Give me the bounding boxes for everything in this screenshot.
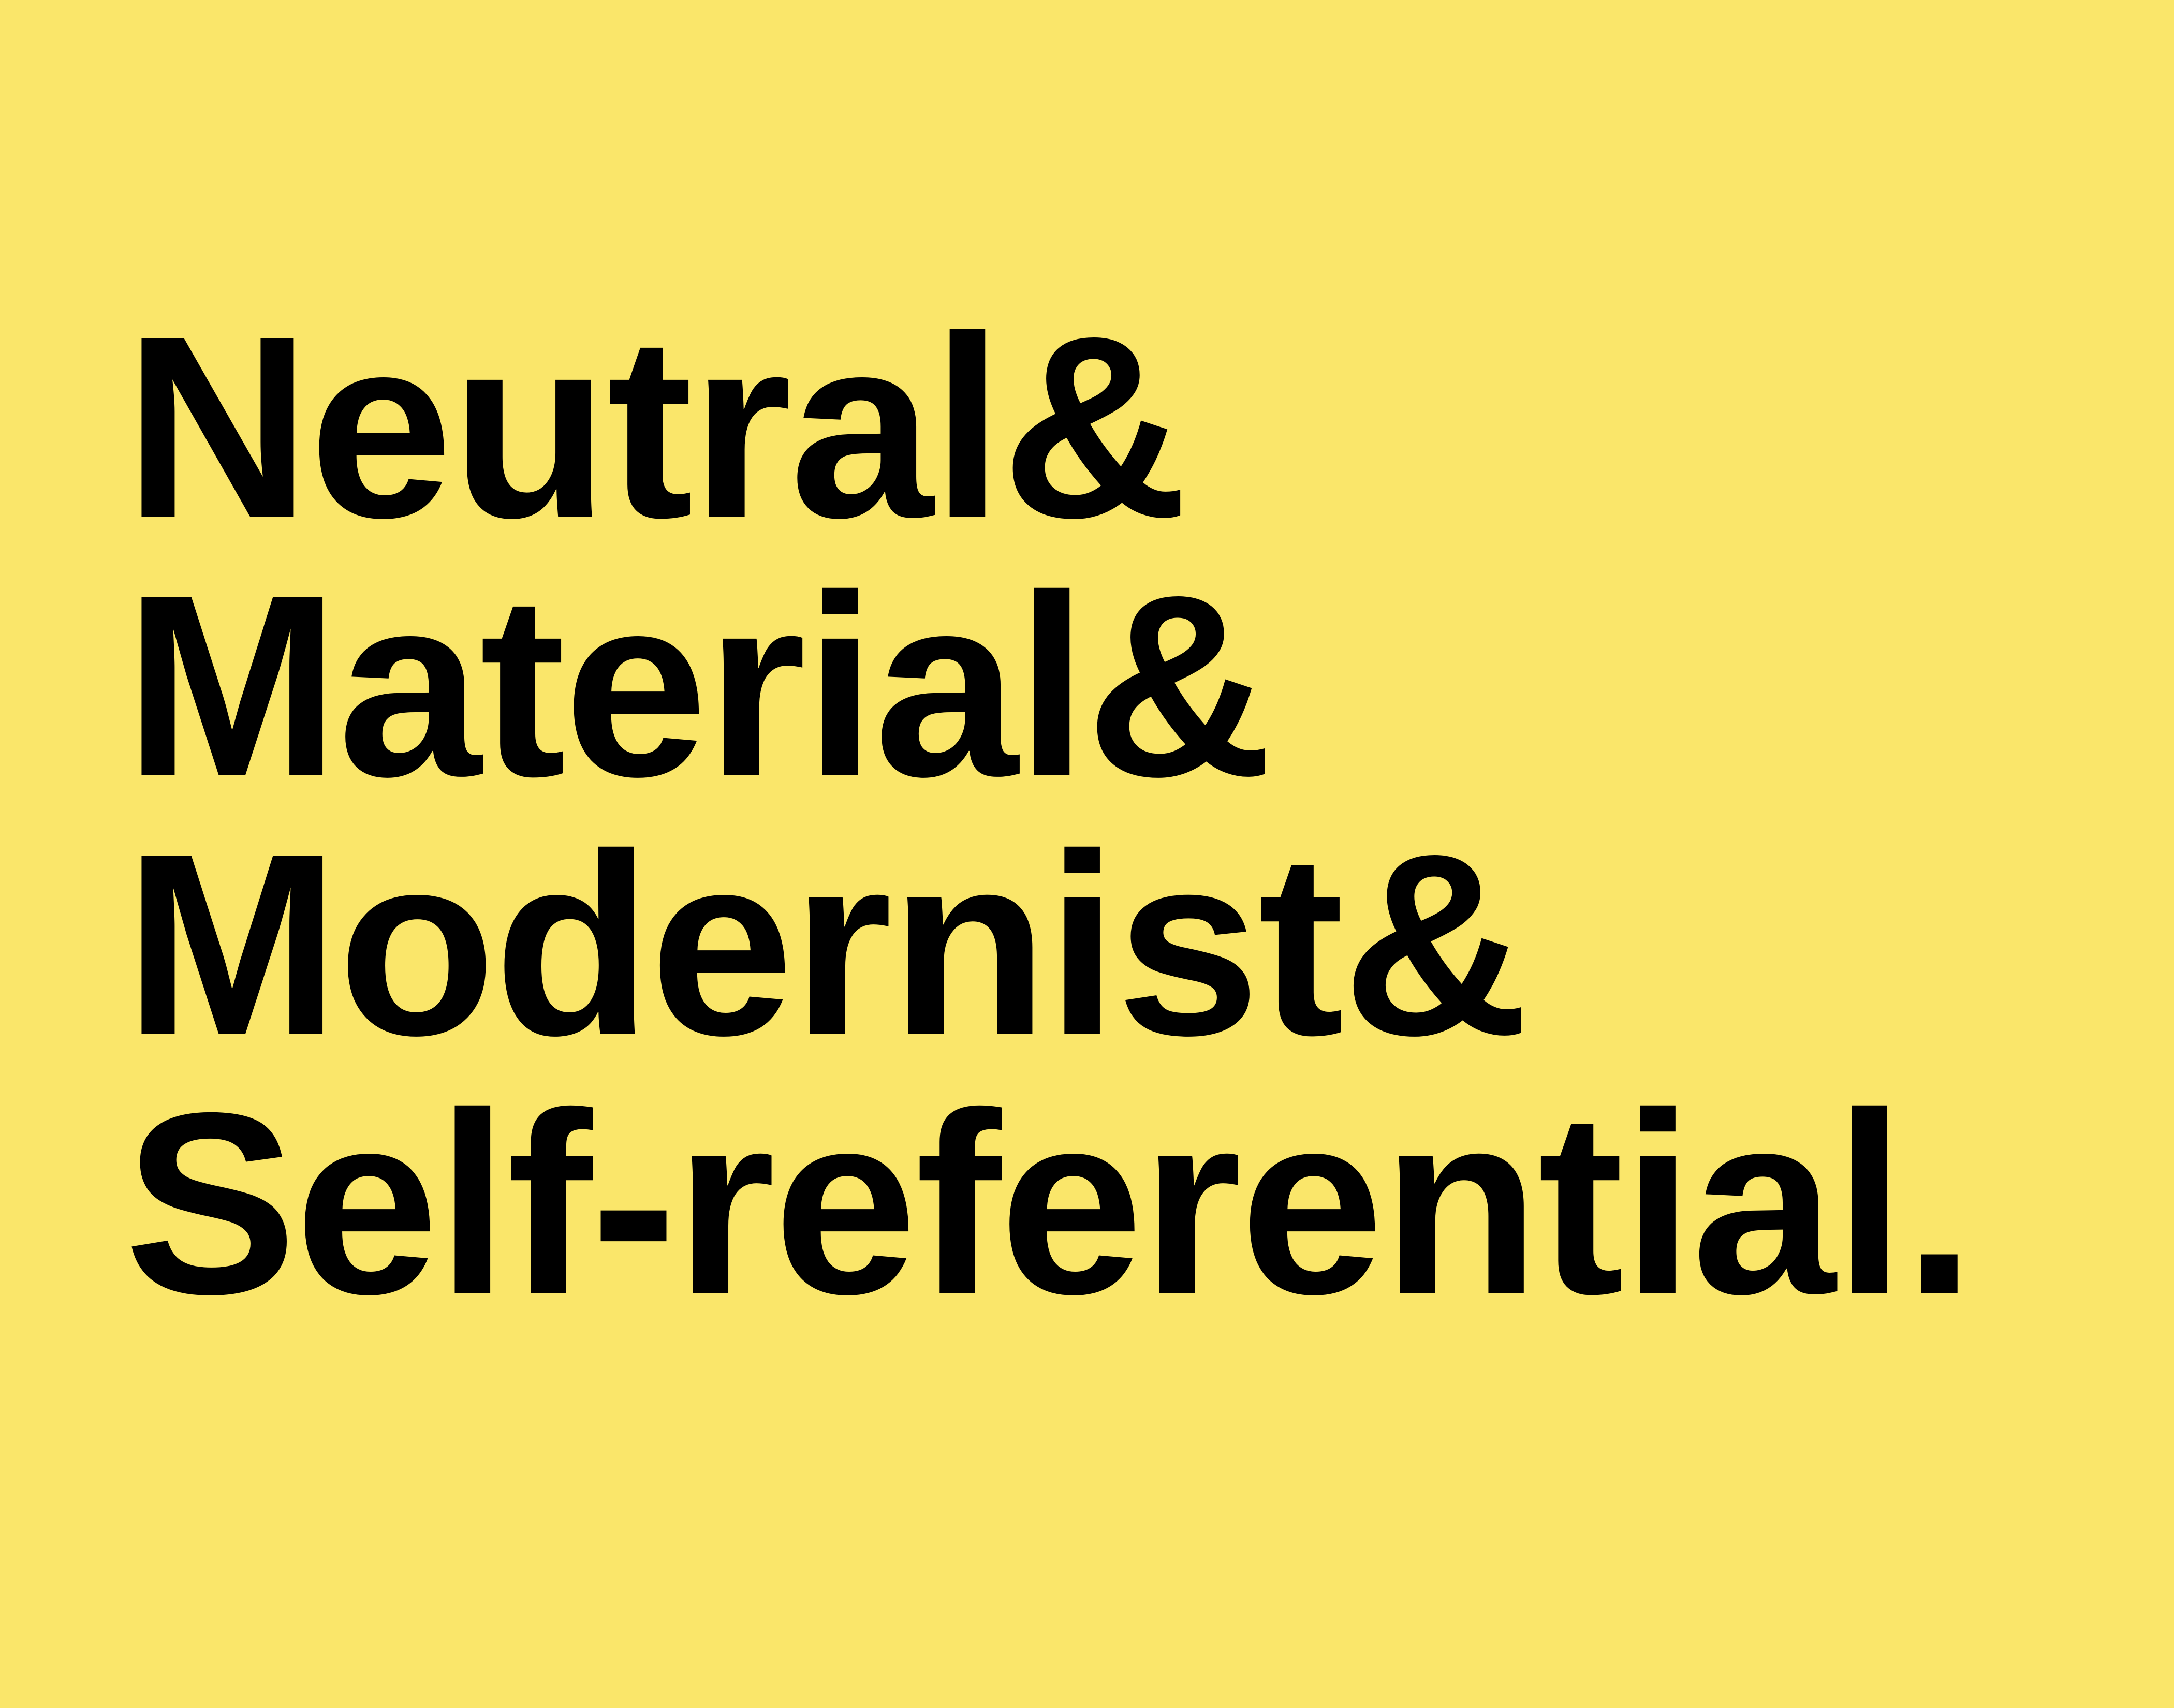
headline-line-1: Neutral& xyxy=(124,282,1188,571)
poster: Neutral& Material& Modernist& Self-refer… xyxy=(0,0,2174,1708)
headline-line-2: Material& xyxy=(124,541,1273,830)
headline-line-4: Self-referential. xyxy=(124,1058,1975,1348)
headline-line-3: Modernist& xyxy=(124,800,1529,1089)
